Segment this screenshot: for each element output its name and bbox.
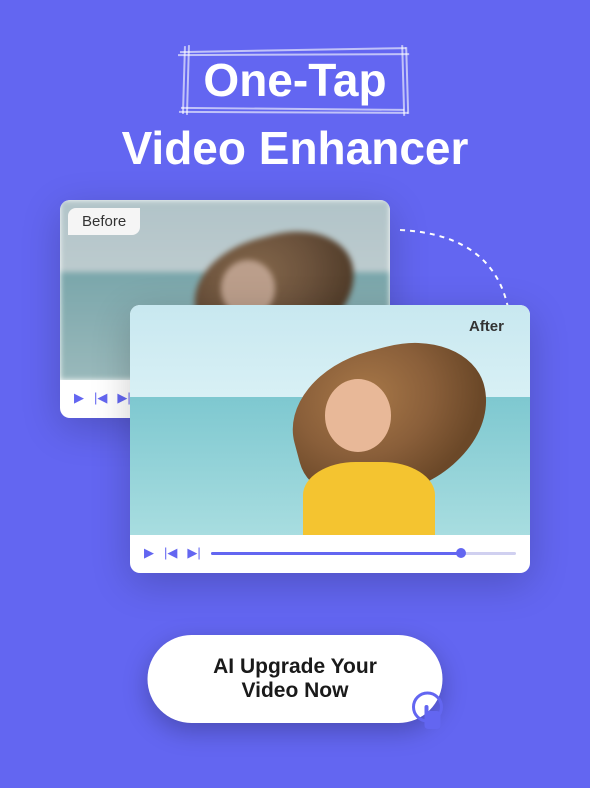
- after-badge: After: [455, 313, 518, 340]
- progress-bar-after[interactable]: [211, 552, 516, 555]
- video-card-after: After ▶ |◀ ▶|: [130, 305, 530, 573]
- video-thumbnail-after: After: [130, 305, 530, 535]
- title-line-1: One-Tap: [203, 53, 386, 107]
- preview-comparison: Before ▶ |◀ ▶| After ▶ |◀ ▶|: [0, 200, 590, 620]
- next-icon[interactable]: ▶|: [117, 390, 130, 406]
- hero-title: One-Tap Video Enhancer: [0, 0, 590, 175]
- player-controls-after: ▶ |◀ ▶|: [130, 535, 530, 573]
- cta-button[interactable]: AI Upgrade Your Video Now: [148, 635, 443, 723]
- tap-cursor-icon: [405, 689, 451, 735]
- prev-icon[interactable]: |◀: [94, 390, 107, 406]
- title-line-2: Video Enhancer: [0, 121, 590, 175]
- play-icon[interactable]: ▶: [144, 545, 154, 561]
- prev-icon[interactable]: |◀: [164, 545, 177, 561]
- play-icon[interactable]: ▶: [74, 390, 84, 406]
- next-icon[interactable]: ▶|: [187, 545, 200, 561]
- cta-label: AI Upgrade Your Video Now: [196, 655, 395, 703]
- before-badge: Before: [68, 208, 140, 235]
